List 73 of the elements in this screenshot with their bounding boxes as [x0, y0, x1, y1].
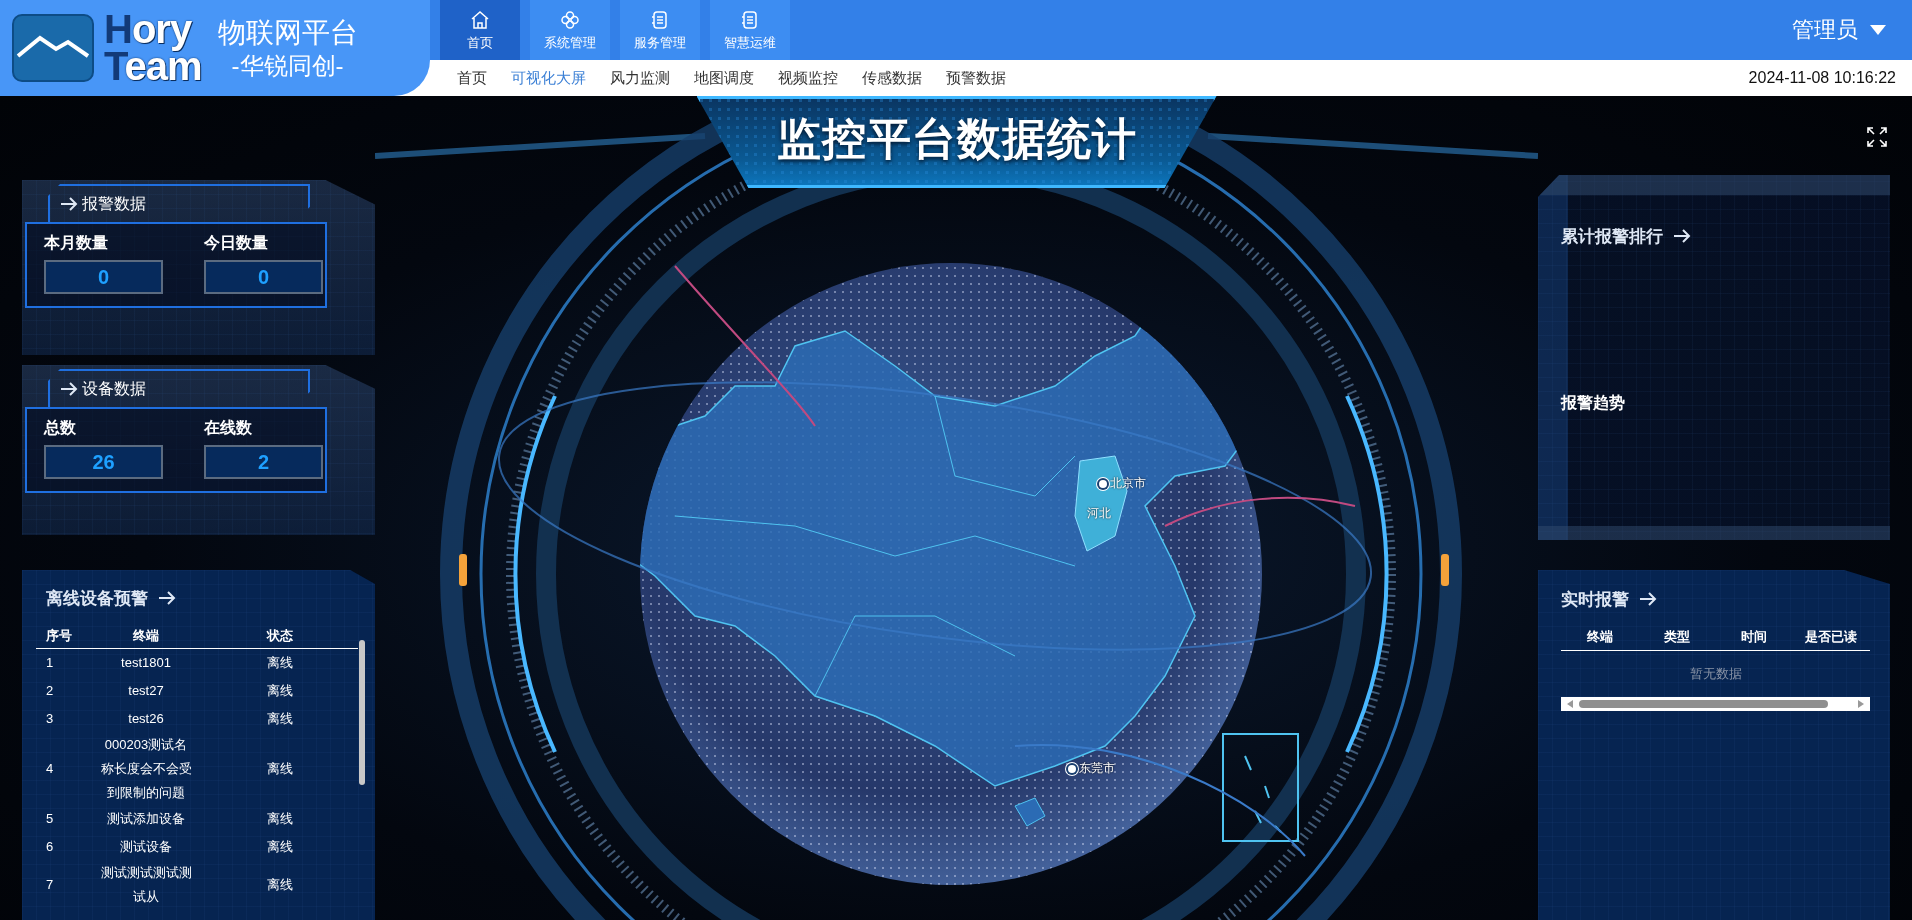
table-cell-text: 离线: [265, 760, 294, 778]
column-header: 终端: [1585, 628, 1614, 646]
location-marker-icon[interactable]: [1068, 764, 1076, 773]
table-cell: 离线: [201, 648, 358, 677]
nav-link[interactable]: 地图调度: [682, 68, 766, 88]
table-cell-text: 离线: [265, 710, 294, 728]
table-cell-text: 7: [45, 876, 55, 894]
vertical-scrollbar[interactable]: [359, 640, 365, 785]
arrow-icon: [158, 591, 176, 605]
stat-label: 总数: [44, 418, 77, 438]
map-label: 河北: [1087, 505, 1111, 522]
stat-value: 2: [204, 445, 323, 479]
table-cell-text: 离线: [265, 810, 294, 828]
arrow-icon: [1673, 229, 1691, 243]
nav-link[interactable]: 可视化大屏: [499, 68, 598, 88]
column-header: 序号: [36, 623, 91, 649]
platform-title: 物联网平台: [217, 16, 358, 50]
table-cell: test1801: [91, 648, 201, 677]
table-cell-text: test26: [127, 710, 165, 728]
column-header: 类型: [1662, 628, 1691, 646]
nav-link[interactable]: 预警数据: [934, 68, 1018, 88]
table-cell-text: 4: [45, 760, 55, 778]
stat-value: 0: [44, 260, 163, 294]
table-cell-text: 2: [45, 682, 55, 700]
dashboard-title: 监控平台数据统计: [776, 112, 1137, 165]
panel-title: 报警数据: [82, 193, 146, 214]
table-cell-text: 000203测试名称长度会不会受到限制的问题: [99, 736, 193, 802]
table-cell-text: 测试添加设备: [106, 810, 186, 828]
mountain-logo-icon: [12, 14, 94, 82]
stat-value: 26: [44, 445, 163, 479]
table-cell-text: 6: [45, 838, 55, 856]
location-marker-icon[interactable]: [1099, 479, 1107, 488]
column-header: 时间: [1740, 628, 1769, 646]
column-header: 是否已读: [1804, 628, 1859, 646]
table-cell-text: 测试测试测试测试从: [99, 864, 193, 906]
table-cell-text: 3: [45, 710, 55, 728]
empty-message: 暂无数据: [1688, 665, 1743, 683]
chart-title: 报警趋势: [1561, 393, 1626, 413]
platform-subtitle: -华锐同创-: [231, 51, 344, 81]
panel-title: 设备数据: [82, 378, 146, 399]
arrow-icon: [60, 382, 78, 396]
arrow-icon: [1639, 592, 1657, 606]
map-label: 北京市: [1110, 475, 1146, 492]
table-cell-text: 离线: [265, 682, 294, 700]
table-cell-text: test27: [127, 682, 165, 700]
nav-link[interactable]: 传感数据: [850, 68, 934, 88]
table-cell-text: 离线: [265, 838, 294, 856]
nav-link[interactable]: 首页: [445, 68, 499, 88]
arrow-icon: [60, 197, 78, 211]
datetime: 2024-11-08 10:16:22: [1748, 69, 1897, 87]
stat-label: 今日数量: [204, 233, 269, 253]
panel-title: 累计报警排行: [1561, 225, 1663, 248]
table-cell-text: 测试设备: [119, 838, 173, 856]
column-header: 状态: [201, 623, 358, 649]
horizontal-scrollbar[interactable]: [1561, 697, 1870, 711]
nav-link[interactable]: 风力监测: [598, 68, 682, 88]
table-cell: 1: [36, 648, 91, 677]
table-cell-text: 离线: [265, 876, 294, 894]
panel-title: 离线设备预警: [46, 587, 148, 610]
home-icon: [469, 8, 491, 31]
panel-title: 实时报警: [1561, 588, 1629, 611]
map-label: 东莞市: [1079, 760, 1115, 777]
column-header: 终端: [91, 623, 201, 649]
nav-link[interactable]: 视频监控: [766, 68, 850, 88]
stat-label: 本月数量: [44, 233, 109, 253]
stat-label: 在线数: [204, 418, 253, 438]
caret-icon: [1870, 25, 1886, 35]
table-cell-text: 5: [45, 810, 55, 828]
fullscreen-icon[interactable]: [1866, 126, 1888, 148]
user-menu[interactable]: 管理员: [1792, 0, 1912, 60]
stat-value: 0: [204, 260, 323, 294]
clover-icon: [559, 8, 581, 31]
module-tab[interactable]: 首页: [440, 0, 520, 60]
